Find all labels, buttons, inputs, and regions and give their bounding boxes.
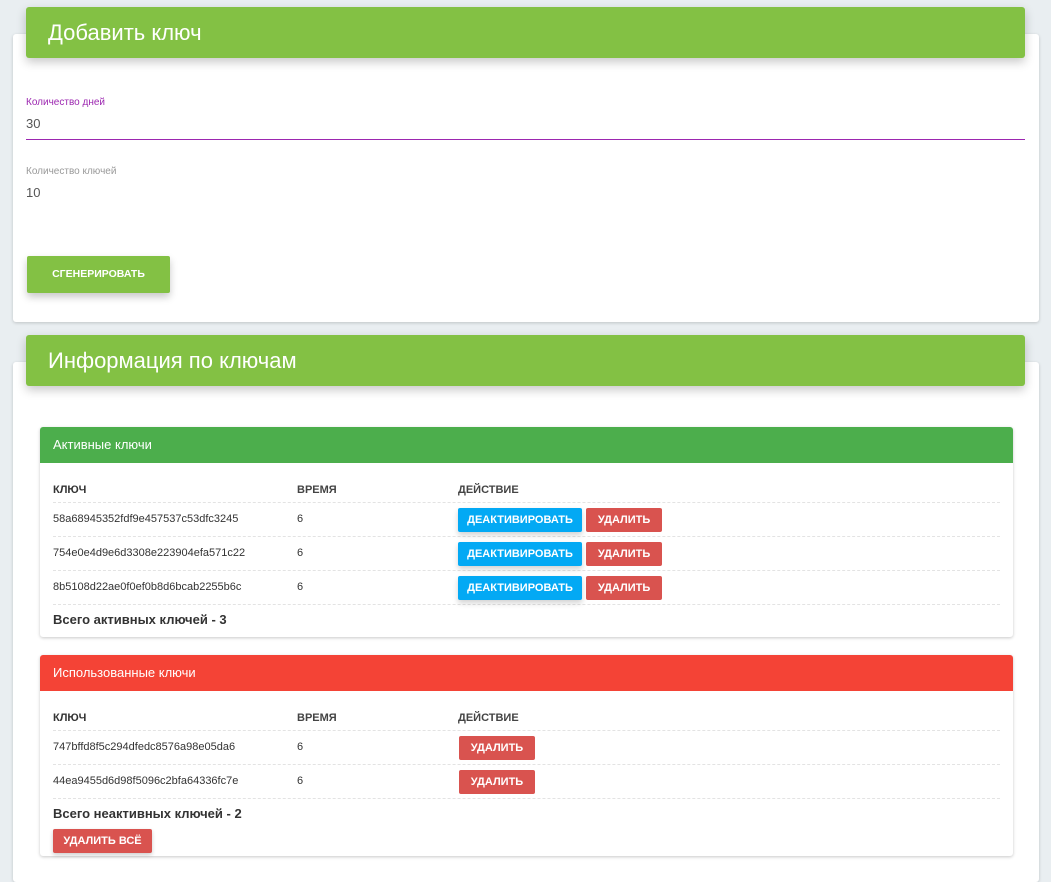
active-keys-table: Ключ Время Действие 58a68945352fdf9e4575… [53, 475, 1000, 627]
active-keys-panel: Активные ключи Ключ Время Действие 58a68… [40, 427, 1013, 637]
delete-button[interactable]: Удалить [459, 770, 535, 794]
key-value: 747bffd8f5c294dfedc8576a98e05da6 [53, 741, 236, 753]
keys-count-label: Количество ключей [26, 166, 117, 177]
table-row: 754e0e4d9e6d3308e223904efa571c22 6 Деакт… [53, 537, 1000, 571]
time-value: 6 [297, 775, 304, 787]
row-actions: Деактивировать Удалить [458, 576, 663, 600]
table-row: 44ea9455d6d98f5096c2bfa64336fc7e 6 Удали… [53, 765, 1000, 799]
column-key-header: Ключ [53, 712, 87, 724]
deactivate-button[interactable]: Деактивировать [458, 508, 582, 532]
used-keys-table: Ключ Время Действие 747bffd8f5c294dfedc8… [53, 703, 1000, 853]
table-header-row: Ключ Время Действие [53, 703, 1000, 731]
key-value: 754e0e4d9e6d3308e223904efa571c22 [53, 547, 246, 559]
column-time-header: Время [297, 712, 337, 724]
delete-button[interactable]: Удалить [459, 736, 535, 760]
used-keys-total: Всего неактивных ключей - 2 [53, 806, 242, 821]
generate-button[interactable]: Сгенерировать [27, 256, 170, 293]
key-value: 8b5108d22ae0f0ef0b8d6bcab2255b6c [53, 581, 242, 593]
delete-button[interactable]: Удалить [586, 542, 663, 566]
deactivate-button[interactable]: Деактивировать [458, 576, 582, 600]
keys-info-header: Информация по ключам [26, 335, 1025, 386]
time-value: 6 [297, 547, 304, 559]
keys-count-input[interactable] [26, 183, 1025, 208]
table-row: 747bffd8f5c294dfedc8576a98e05da6 6 Удали… [53, 731, 1000, 765]
days-input[interactable] [26, 114, 1025, 139]
delete-button[interactable]: Удалить [586, 508, 663, 532]
table-row: 8b5108d22ae0f0ef0b8d6bcab2255b6c 6 Деакт… [53, 571, 1000, 605]
row-actions: Деактивировать Удалить [458, 508, 663, 532]
column-key-header: Ключ [53, 484, 87, 496]
column-action-header: Действие [458, 484, 519, 496]
days-field[interactable]: Количество дней [26, 97, 1025, 140]
time-value: 6 [297, 513, 304, 525]
used-keys-panel: Использованные ключи Ключ Время Действие… [40, 655, 1013, 856]
table-header-row: Ключ Время Действие [53, 475, 1000, 503]
delete-all-button[interactable]: Удалить всё [53, 829, 152, 853]
active-keys-total: Всего активных ключей - 3 [53, 612, 227, 627]
key-value: 44ea9455d6d98f5096c2bfa64336fc7e [53, 775, 239, 787]
days-underline [26, 139, 1025, 140]
delete-button[interactable]: Удалить [586, 576, 663, 600]
keys-count-field[interactable]: Количество ключей [26, 166, 1025, 208]
used-keys-title: Использованные ключи [40, 655, 1013, 691]
row-actions: Удалить [458, 736, 535, 760]
column-time-header: Время [297, 484, 337, 496]
days-label: Количество дней [26, 97, 105, 108]
deactivate-button[interactable]: Деактивировать [458, 542, 582, 566]
time-value: 6 [297, 741, 304, 753]
row-actions: Удалить [458, 770, 535, 794]
column-action-header: Действие [458, 712, 519, 724]
add-key-header: Добавить ключ [26, 7, 1025, 58]
active-keys-title: Активные ключи [40, 427, 1013, 463]
key-value: 58a68945352fdf9e457537c53dfc3245 [53, 513, 239, 525]
time-value: 6 [297, 581, 304, 593]
row-actions: Деактивировать Удалить [458, 542, 663, 566]
table-row: 58a68945352fdf9e457537c53dfc3245 6 Деакт… [53, 503, 1000, 537]
